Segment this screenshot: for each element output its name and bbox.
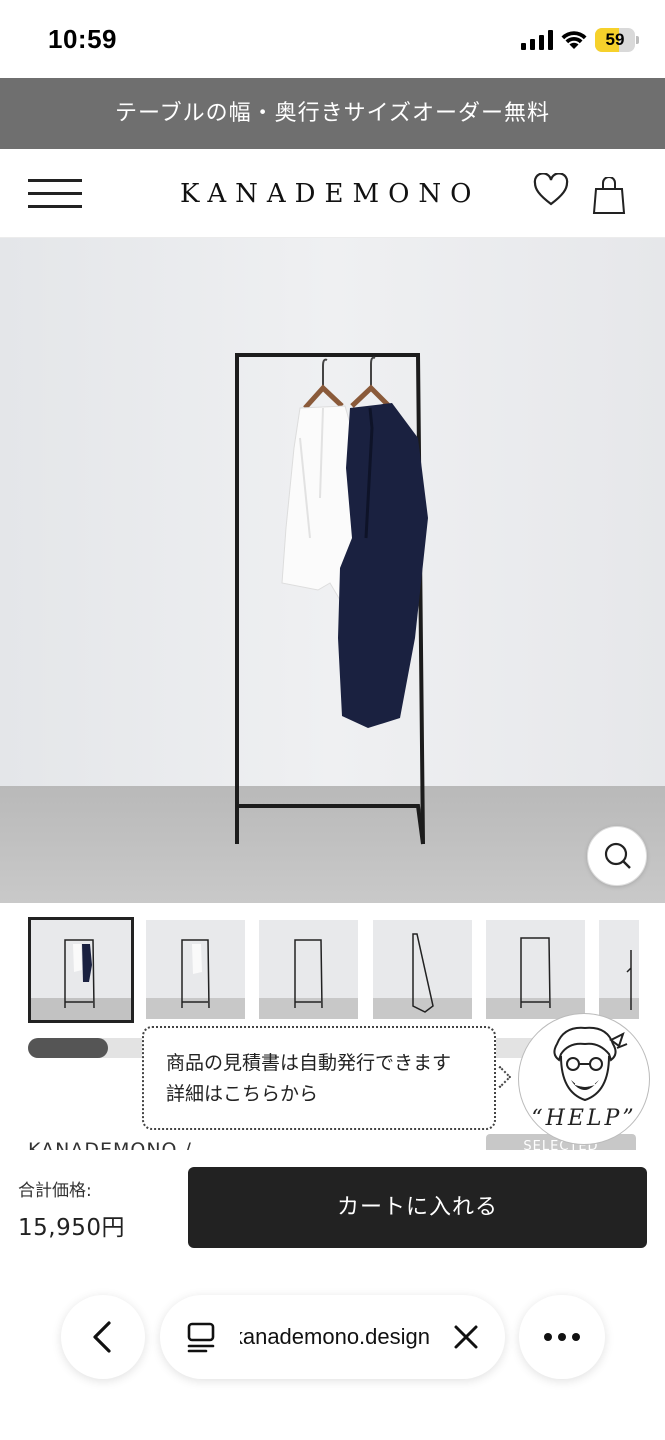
battery-percent: 59 [605, 30, 625, 49]
purchase-bar: 合計価格: 15,950円 カートに入れる [0, 1150, 665, 1260]
thumbnail[interactable] [146, 920, 245, 1019]
menu-button[interactable] [28, 177, 82, 209]
site-logo[interactable]: KANADEMONO [180, 177, 485, 211]
search-icon [604, 842, 631, 869]
chevron-left-icon [93, 1321, 111, 1353]
site-header: KANADEMONO [0, 149, 665, 238]
add-to-cart-button[interactable]: カートに入れる [188, 1167, 647, 1248]
shopping-bag-icon[interactable] [592, 177, 626, 215]
cellular-signal-icon [521, 30, 553, 50]
wifi-icon [561, 31, 587, 49]
browser-toolbar: kanademono.design [0, 1260, 665, 1440]
back-button[interactable] [61, 1295, 145, 1379]
heart-icon[interactable] [533, 173, 569, 207]
total-price: 15,950円 [18, 1215, 125, 1241]
product-main-image[interactable] [0, 238, 665, 903]
tabs-icon[interactable] [186, 1321, 216, 1353]
more-horizontal-icon [544, 1333, 580, 1341]
help-label: “HELP” [531, 1106, 637, 1131]
thumbnail[interactable] [259, 920, 358, 1019]
hamburger-icon [28, 179, 82, 182]
address-bar[interactable]: kanademono.design [160, 1295, 505, 1379]
status-bar: 10:59 59 [0, 0, 665, 78]
zoom-button[interactable] [587, 826, 647, 886]
thumbnail[interactable] [28, 917, 134, 1023]
clothing-rack-photo [0, 238, 665, 903]
thumbnail-strip[interactable] [0, 915, 665, 1025]
tooltip-line: 商品の見積書は自動発行できます [166, 1052, 452, 1074]
gallery-scrollbar-thumb[interactable] [28, 1038, 108, 1058]
thumbnail[interactable] [599, 920, 639, 1019]
total-price-label: 合計価格: [18, 1181, 92, 1201]
tooltip-line: 詳細はこちらから [166, 1083, 319, 1105]
thumbnail[interactable] [486, 920, 585, 1019]
battery-indicator: 59 [595, 28, 639, 52]
product-brand: KANADEMONO / [28, 1139, 192, 1151]
more-button[interactable] [519, 1295, 605, 1379]
help-button[interactable]: “HELP” [518, 1013, 650, 1145]
status-time: 10:59 [48, 24, 117, 54]
quote-tooltip[interactable]: 商品の見積書は自動発行できます 詳細はこちらから [142, 1026, 496, 1130]
thumbnail[interactable] [373, 920, 472, 1019]
promo-banner[interactable]: テーブルの幅・奥行きサイズオーダー無料 [0, 78, 665, 149]
close-icon[interactable] [452, 1323, 480, 1351]
url-text[interactable]: kanademono.design [240, 1295, 430, 1379]
